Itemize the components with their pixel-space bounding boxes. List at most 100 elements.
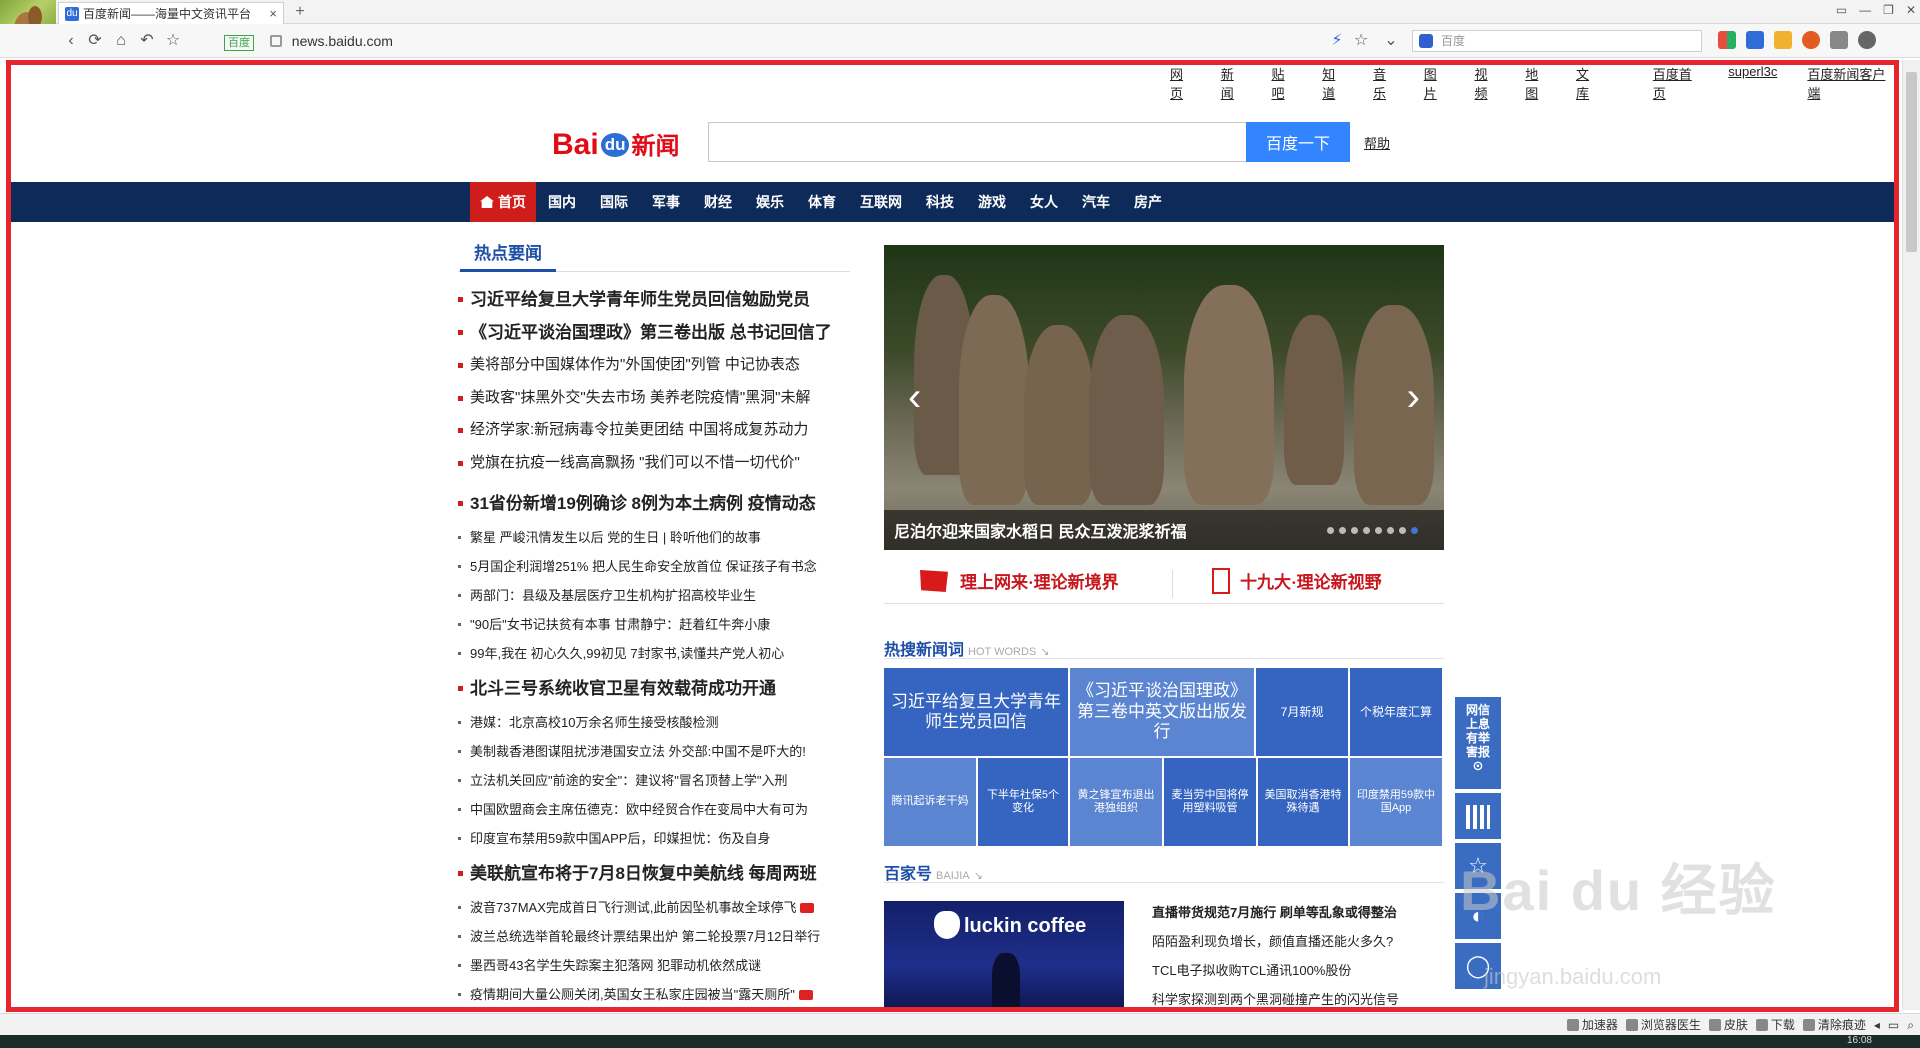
hot-word-tile[interactable]: 印度禁用59款中国App [1350, 758, 1442, 846]
slider-prev-icon[interactable]: ‹ [908, 375, 921, 420]
slider-dot[interactable] [1411, 527, 1418, 534]
hot-word-tile[interactable]: 美国取消香港特殊待遇 [1258, 758, 1348, 846]
nav-link-username[interactable]: superl3c [1728, 64, 1777, 102]
channel-international[interactable]: 国际 [588, 182, 640, 222]
status-accelerator[interactable]: 加速器 [1566, 1014, 1618, 1036]
hot-word-tile[interactable]: 腾讯起诉老干妈 [884, 758, 976, 846]
news-item[interactable]: 5月国企利润增251% 把人民生命安全放首位 保证孩子有书念 [458, 552, 850, 581]
nav-link-web[interactable]: 网页 [1170, 64, 1195, 102]
qr-code-button[interactable] [1455, 793, 1501, 839]
url-field[interactable]: 百度 news.baidu.com [224, 30, 1404, 52]
news-item[interactable]: 两部门：县级及基层医疗卫生机构扩招高校毕业生 [458, 581, 850, 610]
nav-link-news[interactable]: 新闻 [1221, 64, 1246, 102]
headline-item[interactable]: 31省份新增19例确诊 8例为本土病例 疫情动态 [458, 487, 850, 520]
report-harmful-info-button[interactable]: 网信上息有举害报 ⊙ [1455, 697, 1501, 789]
search-button[interactable]: 百度一下 [1246, 122, 1350, 162]
news-item[interactable]: 中国欧盟商会主席伍德克：欧中经贸合作在变局中大有可为 [458, 795, 850, 824]
nav-link-music[interactable]: 音乐 [1373, 64, 1398, 102]
channel-auto[interactable]: 汽车 [1070, 182, 1122, 222]
baidu-news-logo[interactable]: Bai du 新闻 [552, 126, 679, 162]
channel-tech[interactable]: 科技 [914, 182, 966, 222]
news-item[interactable]: 经济学家:新冠病毒令拉美更团结 中国将成复苏动力 [458, 414, 850, 447]
screenshot-icon[interactable] [1774, 31, 1792, 49]
hot-word-tile[interactable]: 个税年度汇算 [1350, 668, 1442, 756]
slider-dot[interactable] [1375, 527, 1382, 534]
help-link[interactable]: 帮助 [1364, 133, 1390, 152]
window-close-icon[interactable]: ✕ [1906, 0, 1916, 22]
news-item[interactable]: 印度宣布禁用59款中国APP后，印媒担忧：伤及自身 [458, 824, 850, 853]
channel-sports[interactable]: 体育 [796, 182, 848, 222]
news-item[interactable]: 繁星 严峻汛情发生以后 党的生日 | 聆听他们的故事 [458, 523, 850, 552]
news-item[interactable]: 美政客"抹黑外交"失去市场 美养老院疫情"黑洞"未解 [458, 382, 850, 415]
channel-entertainment[interactable]: 娱乐 [744, 182, 796, 222]
qr-code-icon[interactable] [1746, 31, 1764, 49]
hot-word-tile[interactable]: 下半年社保5个变化 [978, 758, 1068, 846]
slider-dot[interactable] [1399, 527, 1406, 534]
news-item[interactable]: "90后"女书记扶贫有本事 甘肃静宁：赶着红牛奔小康 [458, 610, 850, 639]
news-item[interactable]: 波音737MAX完成首日飞行测试,此前因坠机事故全球停飞 [458, 893, 850, 922]
baijia-item[interactable]: 科学家探测到两个黑洞碰撞产生的闪光信号 [1152, 985, 1399, 1014]
news-item[interactable]: 美将部分中国媒体作为"外国使团"列管 中记协表态 [458, 349, 850, 382]
news-item[interactable]: 党旗在抗疫一线高高飘扬 "我们可以不惜一切代价" [458, 447, 850, 480]
nav-link-video[interactable]: 视频 [1475, 64, 1500, 102]
photo-slider[interactable]: ‹ › 尼泊尔迎来国家水稻日 民众互泼泥浆祈福 [884, 245, 1444, 550]
theory-banner-left[interactable]: 理上网来·理论新境界 [920, 568, 1119, 593]
headline-item[interactable]: 美联航宣布将于7月8日恢复中美航线 每周两班 [458, 857, 850, 890]
news-item[interactable]: 墨西哥43名学生失踪案主犯落网 犯罪动机依然成谜 [458, 951, 850, 980]
channel-home[interactable]: 首页 [470, 182, 536, 222]
slider-caption[interactable]: 尼泊尔迎来国家水稻日 民众互泼泥浆祈福 [894, 518, 1186, 542]
headline-item[interactable]: 北斗三号系统收官卫星有效载荷成功开通 [458, 672, 850, 705]
slider-dot[interactable] [1327, 527, 1334, 534]
channel-internet[interactable]: 互联网 [848, 182, 914, 222]
slider-dot[interactable] [1363, 527, 1370, 534]
apps-grid-icon[interactable] [1718, 31, 1736, 49]
channel-house[interactable]: 房产 [1122, 182, 1174, 222]
news-item[interactable]: 立法机关回应"前途的安全"：建议将"冒名顶替上学"入刑 [458, 766, 850, 795]
zoom-icon[interactable]: ⌕ [1907, 1014, 1914, 1036]
theory-banner-right[interactable]: 十九大·理论新视野 [1212, 568, 1382, 594]
news-search-input[interactable] [708, 122, 1246, 162]
hot-word-tile[interactable]: 《习近平谈治国理政》第三卷中英文版出版发行 [1070, 668, 1254, 756]
channel-domestic[interactable]: 国内 [536, 182, 588, 222]
slider-dot[interactable] [1339, 527, 1346, 534]
back-icon[interactable]: ‹ [60, 31, 82, 51]
headline-item[interactable]: 习近平给复旦大学青年师生党员回信勉励党员 [458, 283, 850, 316]
extension-icon[interactable] [1802, 31, 1820, 49]
hot-word-tile[interactable]: 黄之锋宣布退出港独组织 [1070, 758, 1162, 846]
channel-finance[interactable]: 财经 [692, 182, 744, 222]
luckin-coffee-image[interactable]: luckin coffee [884, 901, 1124, 1008]
browser-search-input[interactable]: 百度 ⌕ [1412, 30, 1727, 52]
nav-link-baidu-home[interactable]: 百度首页 [1653, 64, 1702, 102]
status-skin[interactable]: 皮肤 [1708, 1014, 1748, 1036]
nav-link-images[interactable]: 图片 [1424, 64, 1449, 102]
refresh-icon[interactable]: ⟳ [84, 31, 106, 51]
channel-women[interactable]: 女人 [1018, 182, 1070, 222]
baijia-item[interactable]: 直播带货规范7月施行 刷单等乱象或得整治 [1152, 898, 1399, 927]
slider-dot[interactable] [1387, 527, 1394, 534]
hot-word-tile[interactable]: 习近平给复旦大学青年师生党员回信 [884, 668, 1068, 756]
new-tab-button[interactable]: + [290, 2, 310, 22]
favorite-star-icon[interactable]: ☆ [162, 31, 184, 51]
tab-baidu-news[interactable]: du 百度新闻——海量中文资讯平台 × [58, 2, 284, 24]
baijia-item[interactable]: TCL电子拟收购TCL通讯100%股份 [1152, 956, 1399, 985]
channel-games[interactable]: 游戏 [966, 182, 1018, 222]
hot-word-tile[interactable]: 麦当劳中国将停用塑料吸管 [1164, 758, 1256, 846]
status-download[interactable]: 下载 [1755, 1014, 1795, 1036]
vertical-scrollbar[interactable] [1902, 60, 1920, 1010]
channel-military[interactable]: 军事 [640, 182, 692, 222]
news-item[interactable]: 99年,我在 初心久久,99初见 7封家书,读懂共产党人初心 [458, 639, 850, 668]
window-maximize-icon[interactable]: ❐ [1883, 0, 1894, 22]
news-item[interactable]: 疫情期间大量公厕关闭,英国女王私家庄园被当"露天厕所" [458, 980, 850, 1009]
home-icon[interactable]: ⌂ [110, 31, 132, 51]
gear-icon[interactable] [1858, 31, 1876, 49]
nav-link-tieba[interactable]: 贴吧 [1272, 64, 1297, 102]
tab-hot-news[interactable]: 热点要闻 [460, 240, 556, 272]
baijia-item[interactable]: 陌陌盈利现负增长，颜值直播还能火多久? [1152, 927, 1399, 956]
slider-dot[interactable] [1351, 527, 1358, 534]
news-item[interactable]: 美制裁香港图谋阻扰涉港国安立法 外交部:中国不是吓大的! [458, 737, 850, 766]
close-tab-icon[interactable]: × [269, 3, 277, 24]
news-item[interactable]: 港媒：北京高校10万余名师生接受核酸检测 [458, 708, 850, 737]
slider-next-icon[interactable]: › [1407, 375, 1420, 420]
status-doctor[interactable]: 浏览器医生 [1625, 1014, 1701, 1036]
lightning-icon[interactable]: ⚡ [1326, 31, 1348, 51]
